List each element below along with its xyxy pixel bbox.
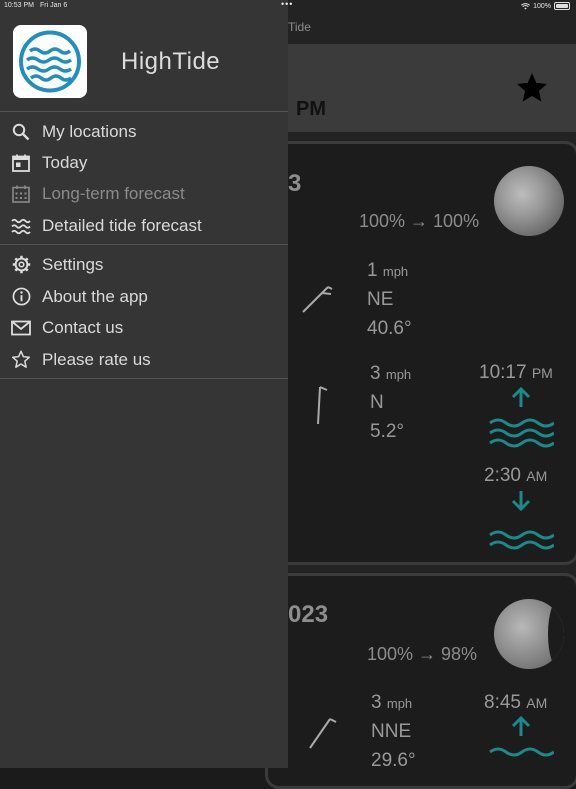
divider <box>0 378 288 379</box>
app-logo <box>13 25 87 98</box>
wind-speed: 1 mph <box>367 260 408 282</box>
menu-item-long-term-forecast[interactable]: Long-term forecast <box>0 178 288 209</box>
menu-item-my-locations[interactable]: My locations <box>0 116 288 147</box>
waves-logo-icon <box>19 30 81 93</box>
wifi-icon <box>521 2 531 10</box>
status-bar: 10:53 PM Fri Jan 6 ••• 100% <box>0 0 576 12</box>
wind-degrees: 5.2° <box>370 421 405 442</box>
menu-item-about[interactable]: About the app <box>0 281 288 312</box>
menu-label: Settings <box>42 254 104 274</box>
waves-icon <box>11 216 31 236</box>
wind-speed: 3 mph <box>371 692 412 714</box>
high-tide-time: 8:45 AM <box>484 692 547 714</box>
wind-arrow-icon <box>302 286 333 313</box>
menu-label: Contact us <box>42 317 124 337</box>
search-icon <box>11 122 31 142</box>
low-tide-time: 2:30 AM <box>484 465 547 487</box>
wind-speed-unit: mph <box>385 367 412 382</box>
nav-title: Tide <box>288 20 311 34</box>
menu-item-rate[interactable]: Please rate us <box>0 344 288 375</box>
tide-ampm: AM <box>526 695 548 711</box>
calendar-icon <box>11 153 31 173</box>
gear-icon <box>11 255 31 275</box>
battery-icon <box>554 2 570 10</box>
tide-ampm: AM <box>526 468 548 484</box>
moon-illumination: 100% → 100% <box>359 211 480 231</box>
battery-percent: 100% <box>533 2 551 10</box>
multitasking-dots-icon[interactable]: ••• <box>281 0 293 9</box>
menu-label: Detailed tide forecast <box>42 215 202 235</box>
divider <box>0 111 288 112</box>
wind-speed: 3 mph <box>370 363 411 385</box>
tide-time-value: 2:30 <box>484 465 521 486</box>
wind-degrees: 40.6° <box>367 318 412 339</box>
menu-label: Today <box>42 152 88 172</box>
wind-degrees: 29.6° <box>371 750 416 771</box>
wind-arrow-icon <box>317 386 328 425</box>
tide-time-value: 10:17 <box>479 362 527 383</box>
high-tide-icon <box>489 387 554 448</box>
wind-speed-unit: mph <box>386 696 413 711</box>
wind-speed-unit: mph <box>382 264 409 279</box>
wind-speed-value: 3 <box>370 363 381 384</box>
day-number: 3 <box>288 170 302 197</box>
menu-label: My locations <box>42 121 137 141</box>
tide-time-value: 8:45 <box>484 692 521 713</box>
moon-phase-icon <box>494 599 564 669</box>
app-title: HighTide <box>121 48 221 75</box>
divider <box>0 244 288 245</box>
tide-ampm: PM <box>531 365 553 381</box>
day-number: 023 <box>288 601 329 628</box>
status-date: Fri Jan 6 <box>40 2 68 9</box>
envelope-icon <box>11 318 31 338</box>
menu-item-settings[interactable]: Settings <box>0 249 288 280</box>
favorite-star-icon[interactable] <box>513 70 551 106</box>
menu-item-detailed-tide-forecast[interactable]: Detailed tide forecast <box>0 210 288 241</box>
wind-arrow-icon <box>309 718 337 749</box>
menu-label: Long-term forecast <box>42 183 185 203</box>
low-tide-icon <box>489 491 554 550</box>
moon-illumination: 100% → 98% <box>367 644 478 664</box>
navigation-drawer: HighTide My locations Today Long-term fo… <box>0 0 288 768</box>
wind-direction: NE <box>367 289 394 310</box>
wind-speed-value: 3 <box>371 692 382 713</box>
high-tide-time: 10:17 PM <box>479 362 553 384</box>
wind-speed-value: 1 <box>367 260 378 281</box>
info-icon <box>11 287 31 307</box>
wind-direction: NNE <box>371 721 412 742</box>
star-outline-icon <box>11 350 31 370</box>
status-indicators: 100% <box>521 2 570 10</box>
header-time: PM <box>296 98 326 120</box>
wind-direction: N <box>370 392 384 413</box>
high-tide-icon <box>489 716 554 757</box>
menu-item-today[interactable]: Today <box>0 147 288 178</box>
menu-item-contact[interactable]: Contact us <box>0 312 288 343</box>
moon-phase-icon <box>494 166 564 236</box>
menu-label: Please rate us <box>42 349 151 369</box>
calendar-grid-icon <box>11 184 31 204</box>
menu-label: About the app <box>42 286 148 306</box>
status-time: 10:53 PM <box>4 2 34 9</box>
